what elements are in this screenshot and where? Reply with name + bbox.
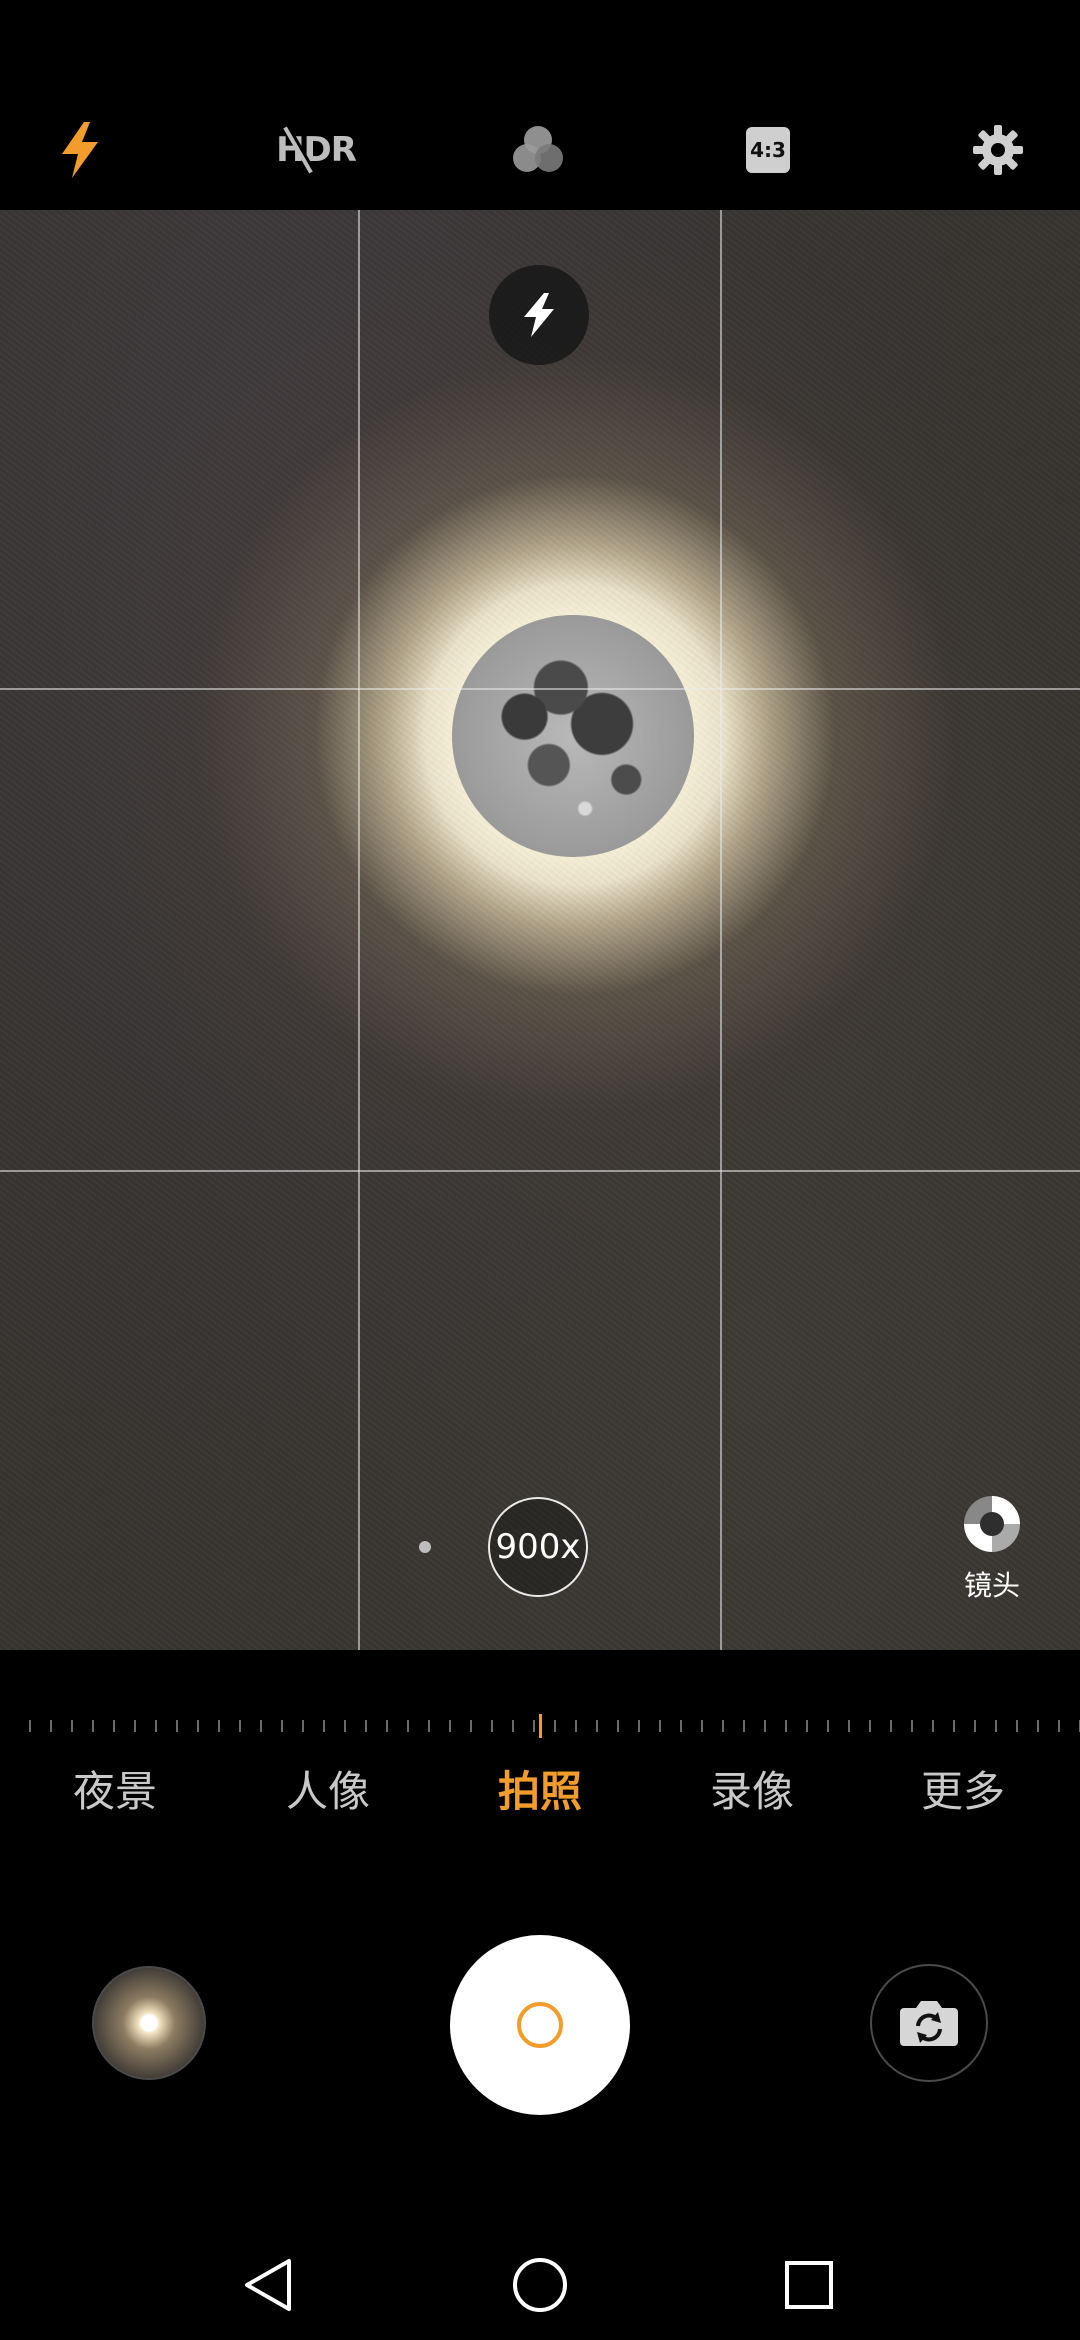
ruler-tick	[554, 1720, 556, 1732]
ruler-tick	[638, 1720, 640, 1732]
ruler-tick	[281, 1720, 283, 1732]
ruler-tick	[575, 1720, 577, 1732]
nav-back-button[interactable]	[232, 2250, 302, 2320]
switch-camera-icon	[900, 2001, 958, 2046]
ruler-tick	[911, 1720, 913, 1732]
lens-label: 镜头	[963, 1569, 1020, 1602]
grid-line-h2	[0, 1170, 1080, 1172]
ruler-tick	[1058, 1720, 1060, 1732]
gear-icon	[973, 125, 1023, 175]
ruler-active-marker	[539, 1714, 542, 1738]
ruler-tick	[218, 1720, 220, 1732]
ruler-tick	[407, 1720, 409, 1732]
ruler-tick	[50, 1720, 52, 1732]
lens-aperture-icon	[964, 1496, 1020, 1552]
switch-camera-button[interactable]	[870, 1964, 988, 2082]
ruler-tick	[113, 1720, 115, 1732]
filter-circles-icon	[513, 126, 563, 172]
ruler-tick	[827, 1720, 829, 1732]
ruler-tick	[743, 1720, 745, 1732]
ruler-tick	[365, 1720, 367, 1732]
ruler-tick	[92, 1720, 94, 1732]
grid-line-v1	[358, 210, 360, 1650]
aspect-ratio-button[interactable]: 4:3	[728, 110, 808, 190]
lens-button[interactable]: 镜头	[950, 1496, 1034, 1604]
zoom-level-button[interactable]: 900x	[488, 1497, 588, 1597]
ruler-tick	[1037, 1720, 1039, 1732]
ruler-tick	[29, 1720, 31, 1732]
aspect-ratio-label: 4:3	[750, 138, 786, 162]
ruler-tick	[848, 1720, 850, 1732]
ruler-tick	[470, 1720, 472, 1732]
camera-viewfinder[interactable]	[0, 210, 1080, 1650]
mode-photo[interactable]: 拍照	[470, 1758, 610, 1819]
mode-night[interactable]: 夜景	[45, 1758, 185, 1819]
ruler-tick	[995, 1720, 997, 1732]
ruler-tick	[197, 1720, 199, 1732]
mode-more[interactable]: 更多	[893, 1758, 1033, 1819]
ruler-tick	[533, 1720, 535, 1732]
hdr-toggle-button[interactable]: HDR	[266, 110, 366, 190]
ruler-tick	[617, 1720, 619, 1732]
flash-on-icon	[62, 122, 98, 178]
ruler-tick	[932, 1720, 934, 1732]
ruler-tick	[869, 1720, 871, 1732]
shutter-ring-icon	[517, 2002, 563, 2048]
flash-indicator-button[interactable]	[489, 265, 589, 365]
ruler-tick	[491, 1720, 493, 1732]
ruler-tick	[953, 1720, 955, 1732]
mode-selector: 夜景 人像 拍照 录像 更多	[0, 1758, 1080, 1818]
ruler-tick	[701, 1720, 703, 1732]
ruler-tick	[302, 1720, 304, 1732]
ruler-tick	[1016, 1720, 1018, 1732]
home-circle-icon	[513, 2258, 567, 2312]
ruler-tick	[785, 1720, 787, 1732]
ruler-tick	[176, 1720, 178, 1732]
ruler-tick	[806, 1720, 808, 1732]
aspect-ratio-badge: 4:3	[746, 127, 790, 173]
ruler-tick	[344, 1720, 346, 1732]
top-toolbar: HDR 4:3	[0, 0, 1080, 210]
viewfinder-texture	[0, 210, 1080, 1650]
ruler-tick	[659, 1720, 661, 1732]
system-navigation-bar	[0, 2220, 1080, 2340]
recents-square-icon	[785, 2261, 833, 2309]
ruler-tick	[71, 1720, 73, 1732]
filters-button[interactable]	[498, 110, 578, 190]
shutter-button[interactable]	[450, 1935, 630, 2115]
mode-ruler[interactable]	[0, 1712, 1080, 1742]
ruler-tick	[428, 1720, 430, 1732]
back-triangle-icon	[245, 2259, 291, 2311]
ruler-tick	[722, 1720, 724, 1732]
gallery-thumbnail[interactable]	[92, 1966, 206, 2080]
ruler-tick	[596, 1720, 598, 1732]
nav-recents-button[interactable]	[774, 2250, 844, 2320]
nav-home-button[interactable]	[505, 2250, 575, 2320]
ruler-tick	[449, 1720, 451, 1732]
ruler-tick	[155, 1720, 157, 1732]
ruler-tick	[890, 1720, 892, 1732]
zoom-level-dot[interactable]	[419, 1541, 431, 1553]
grid-line-h1	[0, 688, 1080, 690]
mode-portrait[interactable]: 人像	[258, 1758, 398, 1819]
flash-toggle-button[interactable]	[40, 110, 120, 190]
ruler-tick	[974, 1720, 976, 1732]
moon-subject	[452, 615, 694, 857]
flash-icon	[524, 293, 554, 337]
ruler-tick	[386, 1720, 388, 1732]
ruler-tick	[512, 1720, 514, 1732]
grid-line-v2	[720, 210, 722, 1650]
ruler-tick	[260, 1720, 262, 1732]
ruler-tick	[680, 1720, 682, 1732]
ruler-tick	[323, 1720, 325, 1732]
ruler-tick	[764, 1720, 766, 1732]
mode-video[interactable]: 录像	[682, 1758, 822, 1819]
ruler-tick	[239, 1720, 241, 1732]
ruler-tick	[134, 1720, 136, 1732]
settings-button[interactable]	[958, 110, 1038, 190]
zoom-level-label: 900x	[495, 1527, 581, 1567]
